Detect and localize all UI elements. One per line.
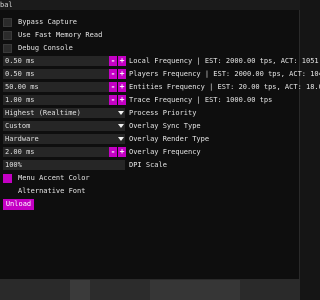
entities-frequency-label: Entities Frequency | EST: 20.00 tps, ACT… <box>129 83 320 91</box>
overlay-sync-label: Overlay Sync Type <box>129 122 201 130</box>
bypass-capture-checkbox[interactable]: Bypass Capture <box>3 17 77 27</box>
chevron-down-icon[interactable] <box>117 134 125 144</box>
increment-button[interactable]: + <box>118 147 126 157</box>
dpi-scale-label: DPI Scale <box>129 161 167 169</box>
process-priority-row: Highest (Realtime) Process Priority <box>3 108 298 118</box>
overlay-frequency-label: Overlay Frequency <box>129 148 201 156</box>
overlay-frequency-input[interactable]: 2.00 ms <box>3 147 117 157</box>
increment-button[interactable]: + <box>118 82 126 92</box>
overlay-render-row: Hardware Overlay Render Type <box>3 134 298 144</box>
checkbox-box[interactable] <box>3 43 12 53</box>
title-bar[interactable]: bal <box>0 0 300 10</box>
decrement-button[interactable]: - <box>109 69 117 79</box>
alternative-font-checkbox[interactable]: Alternative Font <box>3 186 85 196</box>
local-frequency-row: 0.50 ms - + Local Frequency | EST: 2000.… <box>3 56 320 66</box>
overlay-sync-dropdown[interactable]: Custom <box>3 121 117 131</box>
increment-button[interactable]: + <box>118 56 126 66</box>
menu-accent-color-row[interactable]: Menu Accent Color <box>3 173 90 183</box>
chevron-down-icon[interactable] <box>117 108 125 118</box>
chevron-down-icon[interactable] <box>117 121 125 131</box>
players-frequency-row: 0.50 ms - + Players Frequency | EST: 200… <box>3 69 320 79</box>
overlay-render-dropdown[interactable]: Hardware <box>3 134 117 144</box>
checkbox-box[interactable] <box>3 17 12 27</box>
trace-frequency-input[interactable]: 1.00 ms <box>3 95 117 105</box>
overlay-render-label: Overlay Render Type <box>129 135 210 143</box>
checkbox-label: Use Fast Memory Read <box>18 31 103 39</box>
checkbox-box[interactable] <box>3 30 12 40</box>
trace-frequency-label: Trace Frequency | EST: 1000.00 tps <box>129 96 273 104</box>
accent-color-label: Menu Accent Color <box>18 174 90 182</box>
overlay-frequency-row: 2.00 ms - + Overlay Frequency <box>3 147 298 157</box>
local-frequency-label: Local Frequency | EST: 2000.00 tps, ACT:… <box>129 57 320 65</box>
players-frequency-label: Players Frequency | EST: 2000.00 tps, AC… <box>129 70 320 78</box>
entities-frequency-row: 50.00 ms - + Entities Frequency | EST: 2… <box>3 82 320 92</box>
decrement-button[interactable]: - <box>109 95 117 105</box>
decrement-button[interactable]: - <box>109 56 117 66</box>
decrement-button[interactable]: - <box>109 82 117 92</box>
window-title: bal <box>0 1 13 9</box>
local-frequency-input[interactable]: 0.50 ms <box>3 56 117 66</box>
checkbox-label: Debug Console <box>18 44 73 52</box>
process-priority-dropdown[interactable]: Highest (Realtime) <box>3 108 117 118</box>
increment-button[interactable]: + <box>118 95 126 105</box>
fast-memory-read-checkbox[interactable]: Use Fast Memory Read <box>3 30 102 40</box>
increment-button[interactable]: + <box>118 69 126 79</box>
decrement-button[interactable]: - <box>109 147 117 157</box>
checkbox-label: Bypass Capture <box>18 18 78 26</box>
color-swatch[interactable] <box>3 173 12 183</box>
entities-frequency-input[interactable]: 50.00 ms <box>3 82 117 92</box>
debug-console-checkbox[interactable]: Debug Console <box>3 43 73 53</box>
unload-button[interactable]: Unload <box>3 199 34 210</box>
dpi-scale-row: 100% DPI Scale <box>3 160 298 170</box>
alternative-font-label: Alternative Font <box>18 187 86 195</box>
players-frequency-input[interactable]: 0.50 ms <box>3 69 117 79</box>
trace-frequency-row: 1.00 ms - + Trace Frequency | EST: 1000.… <box>3 95 298 105</box>
menu-window: bal Bypass Capture Use Fast Memory Read … <box>0 0 320 280</box>
process-priority-label: Process Priority <box>129 109 197 117</box>
overlay-sync-row: Custom Overlay Sync Type <box>3 121 298 131</box>
dpi-scale-slider[interactable]: 100% <box>3 160 125 170</box>
